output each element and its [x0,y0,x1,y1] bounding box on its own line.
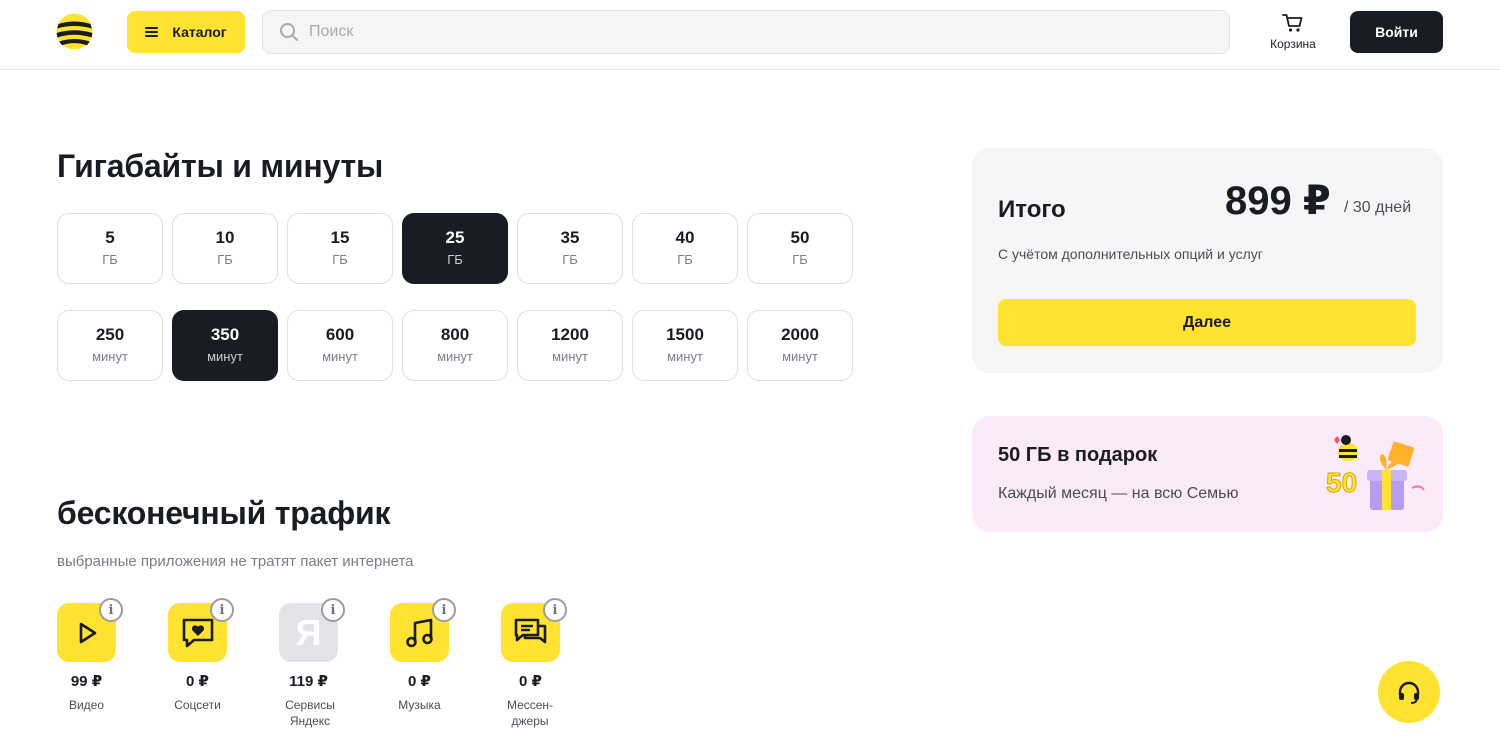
info-icon[interactable]: i [543,598,567,622]
app-item-messengers[interactable]: i 0 ₽ Мессен-джеры [501,598,612,729]
summary-title: Итого [998,196,1066,223]
gift-text: Каждый месяц — на всю Семью [998,485,1239,502]
minute-options: 250 минут 350 минут 600 минут 800 минут 1200 мину… [57,310,853,381]
option-25-selected[interactable]: 25 ГБ [402,213,508,284]
music-note-icon [405,618,433,647]
app-item-social[interactable]: i 0 ₽ Соцсети [168,598,279,729]
summary-price: 899 ₽ [1225,179,1331,223]
info-icon[interactable]: i [432,598,456,622]
option-800[interactable]: 800 минут [402,310,508,381]
option-35[interactable]: 35 ГБ [517,213,623,284]
option-unit: ГБ [562,252,578,267]
beeline-logo[interactable] [56,13,93,50]
app-item-yandex[interactable]: Я i 119 ₽ Сервисы Яндекс [279,598,390,729]
option-10[interactable]: 10 ГБ [172,213,278,284]
option-40[interactable]: 40 ГБ [632,213,738,284]
option-250[interactable]: 250 минут [57,310,163,381]
info-icon[interactable]: i [210,598,234,622]
option-1500[interactable]: 1500 минут [632,310,738,381]
option-value: 250 [95,325,125,344]
catalog-label: Каталог [172,24,227,40]
option-unit: ГБ [217,252,233,267]
option-unit: минут [207,349,243,364]
option-value: 1200 [551,325,589,344]
section-title-gb: Гигабайты и минуты [57,148,384,184]
app-price: 0 ₽ [186,673,209,690]
app-label: Сервисы Яндекс [285,698,335,728]
option-2000[interactable]: 2000 минут [747,310,853,381]
option-unit: минут [92,349,128,364]
messenger-icon [514,618,546,643]
app-price: 0 ₽ [519,673,542,690]
summary-panel: Итого 899 ₽ / 30 дней С учётом дополните… [972,148,1443,373]
gb-options: 5 ГБ 10 ГБ 15 ГБ 25 ГБ 35 ГБ 40 ГБ 50 ГБ [57,213,853,284]
chat-heart-icon [182,618,213,647]
option-unit: ГБ [792,252,808,267]
option-unit: минут [437,349,473,364]
cart-icon [1282,14,1303,32]
yandex-icon: Я [295,611,322,653]
app-price: 99 ₽ [70,673,103,690]
option-unit: минут [322,349,358,364]
cart-button[interactable]: Корзина [1262,13,1324,55]
app-price: 119 ₽ [289,673,328,690]
app-item-video[interactable]: i 99 ₽ Видео [57,598,168,729]
header: Каталог Корзина Войти [0,0,1500,70]
cart-label: Корзина [1270,37,1316,51]
option-unit: минут [782,349,818,364]
option-value: 25 [445,228,465,247]
info-icon[interactable]: i [321,598,345,622]
menu-icon [145,27,159,37]
option-unit: ГБ [102,252,118,267]
app-label: Музыка [398,698,441,712]
option-value: 5 [105,228,115,247]
option-unit: ГБ [447,252,463,267]
traffic-subtitle: выбранные приложения не тратят пакет инт… [57,553,414,570]
search-bar[interactable] [262,10,1230,54]
app-list: i 99 ₽ Видео i 0 ₽ Соцсети Я i 119 ₽ Сер… [57,598,612,729]
option-value: 40 [675,228,695,247]
option-unit: ГБ [677,252,693,267]
gift-art-text: 50 [1326,467,1357,498]
option-unit: минут [667,349,703,364]
option-value: 350 [210,325,240,344]
headset-icon [1398,681,1420,704]
app-item-music[interactable]: i 0 ₽ Музыка [390,598,501,729]
gift-box-illustration: 50 [1326,435,1425,510]
gift-title: 50 ГБ в подарок [998,444,1158,466]
summary-period: / 30 дней [1344,199,1412,216]
option-5[interactable]: 5 ГБ [57,213,163,284]
next-button[interactable]: Далее [998,299,1416,346]
option-600[interactable]: 600 минут [287,310,393,381]
option-350-selected[interactable]: 350 минут [172,310,278,381]
option-value: 2000 [781,325,819,344]
catalog-button[interactable]: Каталог [127,11,245,53]
app-label: Мессен-джеры [506,698,554,728]
gift-banner[interactable]: 50 ГБ в подарок Каждый месяц — на всю Се… [972,416,1443,532]
option-value: 50 [790,228,810,247]
option-15[interactable]: 15 ГБ [287,213,393,284]
login-button[interactable]: Войти [1350,11,1443,53]
option-value: 600 [325,325,355,344]
option-unit: ГБ [332,252,348,267]
option-value: 1500 [666,325,704,344]
support-button[interactable] [1378,661,1440,723]
option-value: 35 [560,228,580,247]
app-label: Соцсети [174,698,221,712]
app-price: 0 ₽ [408,673,431,690]
search-input[interactable] [309,23,1189,41]
summary-note: С учётом дополнительных опций и услуг [998,246,1263,262]
section-title-traffic: бесконечный трафик [57,495,391,531]
option-value: 15 [330,228,350,247]
play-icon [79,622,96,643]
option-value: 800 [440,325,470,344]
option-50[interactable]: 50 ГБ [747,213,853,284]
option-unit: минут [552,349,588,364]
option-value: 10 [215,228,235,247]
option-1200[interactable]: 1200 минут [517,310,623,381]
search-icon [280,23,298,41]
info-icon[interactable]: i [99,598,123,622]
app-label: Видео [68,698,105,712]
